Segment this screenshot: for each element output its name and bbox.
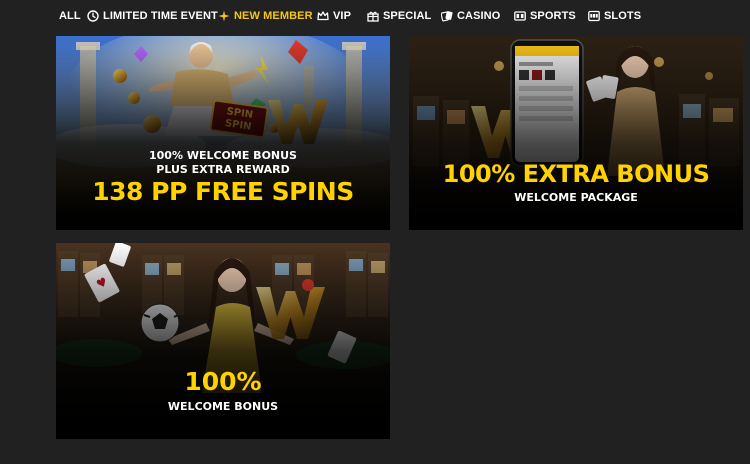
- tab-new-member-label: NEW MEMBER: [234, 10, 313, 22]
- promo-category-tabs: ALL LIMITED TIME EVENT NEW MEMBER VIP SP…: [0, 0, 750, 32]
- tab-limited-time-event-label: LIMITED TIME EVENT: [103, 10, 218, 22]
- tab-slots-label: SLOTS: [604, 10, 642, 22]
- promo-subline: WELCOME BONUS: [167, 400, 279, 413]
- cards-icon: [441, 11, 453, 22]
- tab-all-label: ALL: [59, 10, 81, 22]
- promo-headline: 100%: [184, 367, 262, 396]
- promo-card-welcome-bonus[interactable]: ♥ 100% WELCOME BONUS: [56, 243, 390, 439]
- promo-line-1: 100% WELCOME BONUS: [149, 149, 297, 162]
- promo-headline: 138 PP FREE SPINS: [92, 177, 354, 206]
- promo-headline: 100% EXTRA BONUS: [442, 160, 710, 188]
- tab-slots[interactable]: SLOTS: [588, 8, 641, 24]
- tab-vip[interactable]: VIP: [317, 8, 351, 24]
- gift-icon: [367, 11, 379, 22]
- scoreboard-icon: [514, 11, 526, 21]
- promo-subline: WELCOME PACKAGE: [514, 191, 638, 204]
- slot-machine-icon: [588, 10, 600, 22]
- tab-vip-label: VIP: [333, 10, 352, 22]
- tab-limited-time-event[interactable]: LIMITED TIME EVENT: [87, 8, 218, 24]
- promo-line-2: PLUS EXTRA REWARD: [156, 163, 290, 176]
- tab-sports[interactable]: SPORTS: [514, 8, 576, 24]
- promo-card-free-spins[interactable]: SPIN SPIN 100% WELCOME BONUS PLUS EXTRA …: [56, 36, 390, 230]
- tab-special-label: SPECIAL: [383, 10, 432, 22]
- tab-casino-label: CASINO: [457, 10, 501, 22]
- crown-icon: [317, 11, 329, 21]
- tab-special[interactable]: SPECIAL: [367, 8, 431, 24]
- sparkle-icon: [218, 10, 230, 22]
- tab-new-member[interactable]: NEW MEMBER: [218, 8, 313, 24]
- clock-icon: [87, 10, 99, 22]
- tab-casino[interactable]: CASINO: [441, 8, 500, 24]
- tab-sports-label: SPORTS: [530, 10, 576, 22]
- promo-card-extra-bonus[interactable]: 100% EXTRA BONUS WELCOME PACKAGE: [409, 36, 743, 230]
- tab-all[interactable]: ALL: [59, 8, 81, 24]
